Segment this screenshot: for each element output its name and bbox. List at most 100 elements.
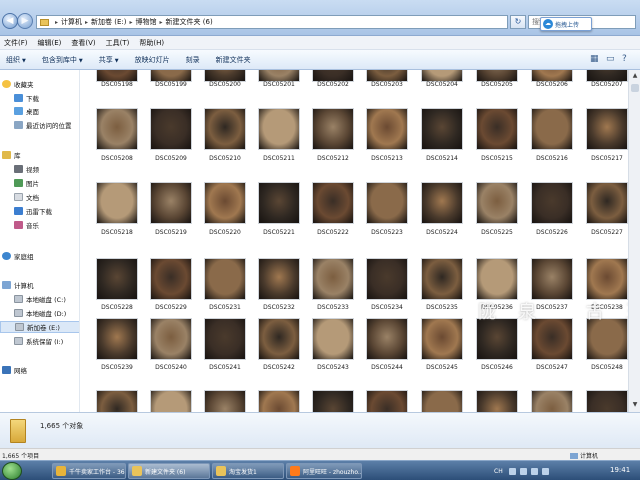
sidebar-item[interactable]: 网络 [0,364,79,376]
file-name[interactable]: DSC05214 [415,155,469,162]
file-thumbnail[interactable] [204,390,246,412]
file-name[interactable]: DSC05223 [360,229,414,236]
menu-view[interactable]: 查看(V) [71,38,95,48]
file-thumbnail[interactable] [366,390,408,412]
sidebar-item[interactable]: 桌面 [0,105,79,117]
file-thumbnail[interactable] [476,258,518,300]
network-tray-icon[interactable] [519,467,527,475]
file-name[interactable]: DSC05242 [252,364,306,371]
file-name[interactable]: DSC05239 [90,364,144,371]
breadcrumb[interactable]: ▸ 计算机 ▸ 新加卷 (E:) ▸ 博物馆 ▸ 新建文件夹 (6) [36,15,508,29]
sidebar-item[interactable]: 系统保留 (I:) [0,335,79,347]
file-name[interactable]: DSC05218 [90,229,144,236]
file-thumbnail[interactable] [204,182,246,224]
file-name[interactable]: DSC05224 [415,229,469,236]
file-thumbnail[interactable] [586,108,628,150]
file-thumbnail[interactable] [312,318,354,360]
file-name[interactable]: DSC05227 [580,229,628,236]
file-thumbnail[interactable] [366,258,408,300]
volume-icon[interactable] [530,467,538,475]
file-thumbnail[interactable] [476,182,518,224]
help-icon[interactable]: ? [622,54,627,64]
file-thumbnail[interactable] [531,108,573,150]
share-button[interactable]: 共享 ▼ [99,55,119,65]
organize-button[interactable]: 组织 ▼ [6,55,26,65]
file-thumbnail[interactable] [586,390,628,412]
file-thumbnail[interactable] [531,318,573,360]
file-name[interactable]: DSC05210 [198,155,252,162]
file-thumbnail[interactable] [366,108,408,150]
file-name[interactable]: DSC05219 [144,229,198,236]
file-thumbnail[interactable] [258,182,300,224]
file-thumbnail[interactable] [476,108,518,150]
file-name[interactable]: DSC05229 [144,304,198,311]
file-name[interactable]: DSC05213 [360,155,414,162]
file-thumbnail[interactable] [531,390,573,412]
clock[interactable]: 19:41 [610,466,630,474]
taskbar-item[interactable]: 千牛卖家工作台 - 36... [52,463,126,479]
file-thumbnail[interactable] [96,258,138,300]
file-name[interactable]: DSC05202 [306,81,360,88]
file-name[interactable]: DSC05203 [360,81,414,88]
file-thumbnail[interactable] [476,318,518,360]
file-name[interactable]: DSC05207 [580,81,628,88]
file-name[interactable]: DSC05233 [306,304,360,311]
file-thumbnail[interactable] [476,390,518,412]
file-thumbnail[interactable] [312,390,354,412]
sidebar-item[interactable]: 家庭组 [0,250,79,262]
file-name[interactable]: DSC05200 [198,81,252,88]
file-thumbnail[interactable] [421,182,463,224]
file-thumbnail[interactable] [96,390,138,412]
scroll-down-icon[interactable]: ▼ [630,400,640,410]
file-thumbnail[interactable] [421,318,463,360]
file-thumbnail[interactable] [312,108,354,150]
file-thumbnail[interactable] [258,390,300,412]
file-name[interactable]: DSC05231 [198,304,252,311]
file-thumbnail[interactable] [150,390,192,412]
file-name[interactable]: DSC05221 [252,229,306,236]
refresh-button[interactable]: ↻ [510,15,526,29]
file-name[interactable]: DSC05209 [144,155,198,162]
preview-pane-icon[interactable]: ▭ [606,54,615,64]
file-name[interactable]: DSC05212 [306,155,360,162]
flag-icon[interactable] [541,467,549,475]
sidebar-item[interactable]: 文档 [0,191,79,203]
file-name[interactable]: DSC05248 [580,364,628,371]
file-name[interactable]: DSC05243 [306,364,360,371]
file-name[interactable]: DSC05215 [470,155,524,162]
file-name[interactable]: DSC05241 [198,364,252,371]
file-thumbnail[interactable] [204,258,246,300]
file-thumbnail[interactable] [150,182,192,224]
sidebar-item[interactable]: 下载 [0,92,79,104]
file-name[interactable]: DSC05208 [90,155,144,162]
file-thumbnail[interactable] [586,182,628,224]
breadcrumb-computer[interactable]: 计算机 [61,17,82,27]
menu-edit[interactable]: 编辑(E) [38,38,62,48]
sidebar-item[interactable]: 计算机 [0,279,79,291]
file-thumbnail[interactable] [366,182,408,224]
view-options-icon[interactable]: ▦ [590,54,599,64]
file-thumbnail[interactable] [531,182,573,224]
sidebar-item[interactable]: 迅雷下载 [0,205,79,217]
file-name[interactable]: DSC05199 [144,81,198,88]
back-button[interactable]: ◀ [2,13,18,29]
file-name[interactable]: DSC05217 [580,155,628,162]
file-name[interactable]: DSC05216 [525,155,579,162]
file-name[interactable]: DSC05240 [144,364,198,371]
file-name[interactable]: DSC05225 [470,229,524,236]
breadcrumb-museum[interactable]: 博物馆 [136,17,157,27]
file-name[interactable]: DSC05246 [470,364,524,371]
file-name[interactable]: DSC05206 [525,81,579,88]
taskbar-item[interactable]: 淘宝发货1 [212,463,284,479]
file-name[interactable]: DSC05228 [90,304,144,311]
sidebar-item[interactable]: 库 [0,149,79,161]
file-thumbnail[interactable] [258,318,300,360]
menu-file[interactable]: 文件(F) [4,38,28,48]
file-name[interactable]: DSC05226 [525,229,579,236]
file-thumbnail[interactable] [96,108,138,150]
file-name[interactable]: DSC05235 [415,304,469,311]
file-thumbnail[interactable] [204,318,246,360]
file-name[interactable]: DSC05234 [360,304,414,311]
breadcrumb-folder[interactable]: 新建文件夹 (6) [166,17,213,27]
file-thumbnail[interactable] [258,258,300,300]
